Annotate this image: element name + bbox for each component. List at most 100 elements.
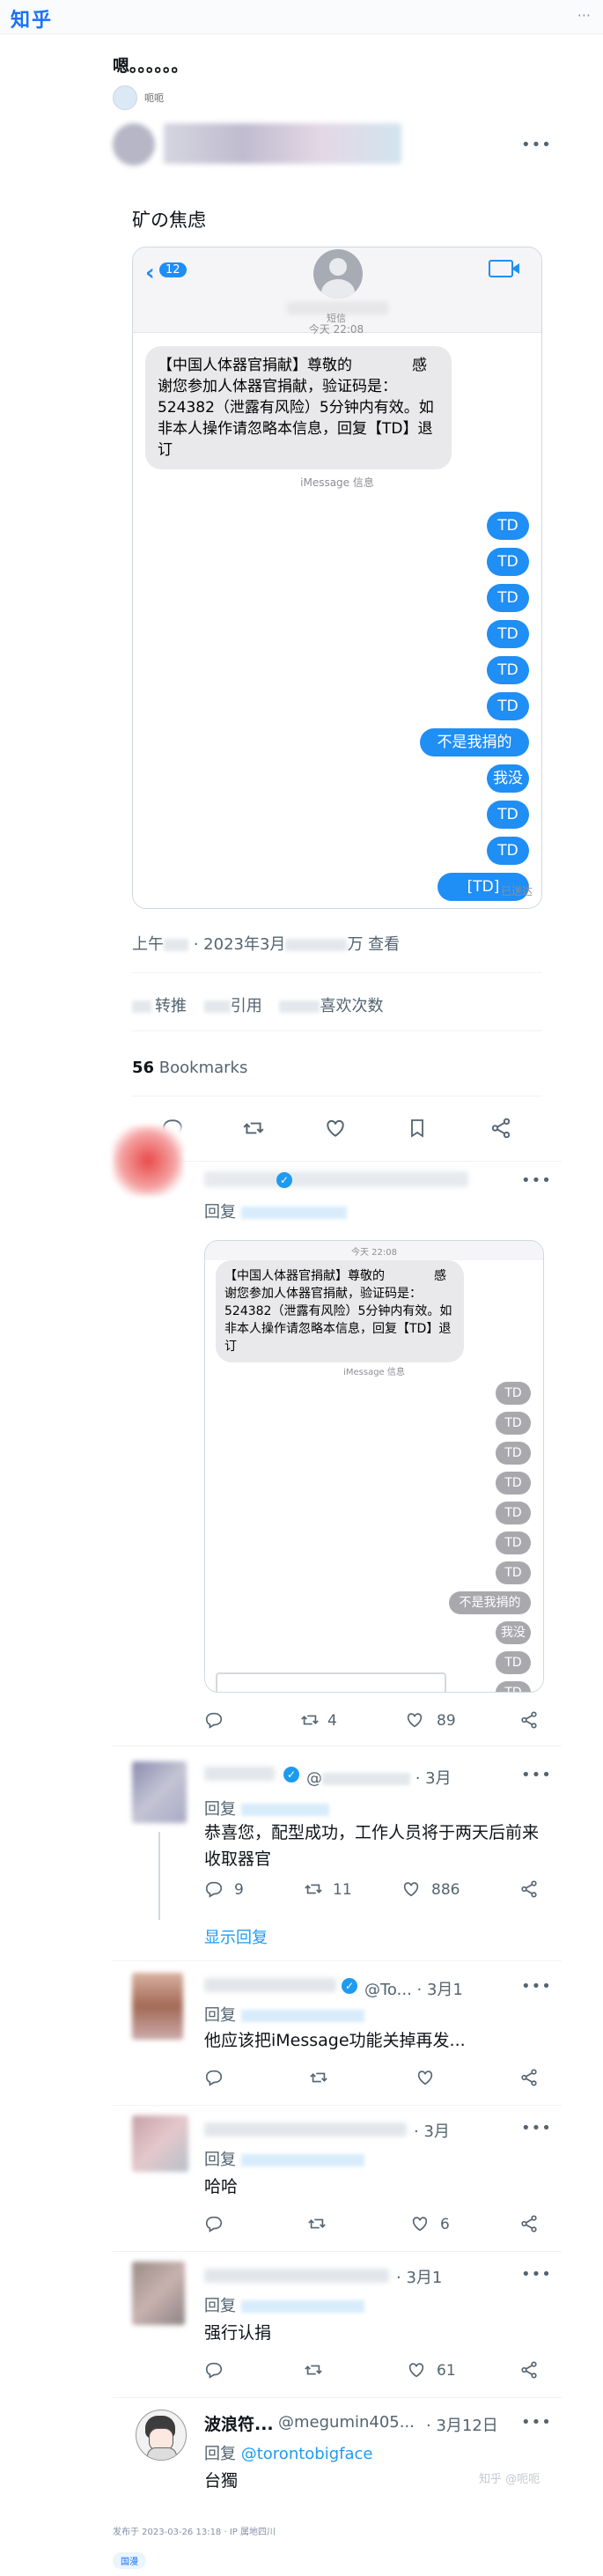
- reply1-like-icon[interactable]: [405, 1710, 424, 1730]
- reply2-like-count: 886: [431, 1881, 460, 1899]
- incoming-sms-bubble: 【中国人体器官捐献】尊敬的 感谢您参加人体器官捐献，验证码是：524382（泄露…: [145, 346, 452, 469]
- reply6-text: 台獨: [204, 2471, 239, 2491]
- show-replies-link[interactable]: 显示回复: [204, 1925, 268, 1948]
- outgoing-reply-bubble: 我没捐: [487, 764, 529, 816]
- reply2-more-icon[interactable]: •••: [521, 1766, 552, 1784]
- author-avatar[interactable]: [113, 85, 137, 110]
- reply5-like-count: 61: [437, 2362, 456, 2380]
- reply5-avatar-blurred: [132, 2262, 185, 2325]
- bookmark-icon[interactable]: [407, 1117, 428, 1140]
- reply5-reply-icon[interactable]: [204, 2360, 224, 2380]
- reply6-name[interactable]: 波浪符...: [204, 2411, 274, 2435]
- reply1-avatar-blurred: [113, 1126, 183, 1196]
- like-icon[interactable]: [324, 1117, 347, 1140]
- outgoing-reply-bubble: TD: [487, 512, 529, 540]
- reply4-reply-to: 回复: [204, 2147, 364, 2170]
- post-title: 嗯。。。。。。: [113, 56, 188, 76]
- reply6-handle[interactable]: @megumin405...: [278, 2413, 415, 2432]
- zhihu-logo[interactable]: 知乎: [11, 4, 53, 33]
- back-chevron-icon[interactable]: ‹: [145, 260, 155, 286]
- reply6-date: · 3月12日: [426, 2417, 498, 2435]
- reply3-like-icon[interactable]: [415, 2068, 435, 2087]
- reply1-gray-reply-bubble: TD: [496, 1681, 531, 1692]
- delivered-label: 已送达: [500, 885, 533, 897]
- reply5-more-icon[interactable]: •••: [521, 2265, 552, 2284]
- reply6-more-icon[interactable]: •••: [521, 2413, 552, 2432]
- top-bar: 知乎 ···: [0, 0, 603, 34]
- reply4-share-icon[interactable]: [519, 2214, 539, 2233]
- sms-date: 今天 22:08: [308, 323, 364, 336]
- reply1-gray-reply-bubble: TD: [496, 1472, 531, 1495]
- reply6-reply-to: 回复 @torontobigface: [204, 2445, 373, 2463]
- outgoing-reply-bubble: TD: [487, 837, 529, 865]
- reply1-image-imessage[interactable]: 今天 22:08 【中国人体器官捐献】尊敬的 感谢您参加人体器官捐献，验证码是：…: [204, 1240, 544, 1693]
- reply1-gray-reply-bubble: TD: [496, 1442, 531, 1465]
- reply2-avatar-blurred: [132, 1761, 187, 1823]
- outgoing-reply-bubble: TD: [487, 656, 529, 684]
- reply3-text: 他应该把iMessage功能关掉再发...: [204, 2031, 466, 2050]
- reply2-text: 恭喜您，配型成功，工作人员将于两天后前来收取器官: [204, 1823, 540, 1869]
- reply2-retweet-count: 11: [333, 1881, 352, 1899]
- reply4-retweet-icon[interactable]: [306, 2214, 327, 2233]
- bookmarks-stat[interactable]: 56 Bookmarks: [132, 1059, 247, 1077]
- quotes-label: 引用: [230, 997, 262, 1015]
- reply2-reply-icon[interactable]: [204, 1879, 224, 1899]
- reply3-share-icon[interactable]: [519, 2068, 539, 2087]
- outgoing-reply-bubble: TD: [487, 584, 529, 612]
- reply1-reply-icon[interactable]: [204, 1710, 224, 1730]
- reply1-more-icon[interactable]: •••: [521, 1171, 552, 1190]
- reply5-text: 强行认捐: [204, 2323, 272, 2343]
- reply1-retweet-count: 4: [327, 1712, 337, 1730]
- reply4-reply-icon[interactable]: [204, 2214, 224, 2233]
- reply3-reply-icon[interactable]: [204, 2068, 224, 2087]
- topic-tag[interactable]: 国漫: [113, 2552, 146, 2569]
- reply4-like-icon[interactable]: [410, 2214, 430, 2233]
- reply5-reply-to: 回复: [204, 2293, 364, 2316]
- reply3-verified-icon: ✓: [342, 1978, 357, 1994]
- more-options-icon[interactable]: ···: [577, 7, 591, 24]
- outgoing-reply-bubble: 不是我捐的: [420, 728, 529, 757]
- outgoing-reply-bubble: TD: [487, 692, 529, 720]
- author-name[interactable]: 呃呃: [144, 91, 164, 105]
- reply1-retweet-icon[interactable]: [299, 1710, 320, 1730]
- reply2-retweet-icon[interactable]: [303, 1879, 324, 1899]
- reply1-gray-reply-bubble: TD: [496, 1561, 531, 1584]
- reply5-like-icon[interactable]: [407, 2360, 426, 2380]
- tweet-more-icon[interactable]: •••: [521, 136, 552, 154]
- reply5-retweet-icon[interactable]: [303, 2360, 324, 2380]
- reply1-gray-reply-bubble: TD: [496, 1651, 531, 1674]
- reply1-gray-reply-bubble: TD: [496, 1382, 531, 1405]
- reply1-gray-reply-bubble: TD: [496, 1502, 531, 1524]
- post-footer-meta: 发布于 2023-03-26 13:18 · IP 属地四川: [113, 2528, 276, 2537]
- reply4-like-count: 6: [440, 2216, 450, 2233]
- reply3-reply-to: 回复: [204, 2003, 364, 2026]
- imessage-label: iMessage 信息: [300, 476, 374, 489]
- reply3-more-icon[interactable]: •••: [521, 1977, 552, 1996]
- reply6-avatar[interactable]: [136, 2410, 187, 2461]
- contact-avatar: [313, 249, 363, 299]
- reply4-more-icon[interactable]: •••: [521, 2119, 552, 2137]
- reply2-like-icon[interactable]: [401, 1879, 421, 1899]
- reply1-like-count: 89: [437, 1712, 456, 1730]
- reply1-gray-reply-bubble: 不是我捐的: [449, 1591, 531, 1614]
- likes-label: 喜欢次数: [320, 997, 384, 1015]
- tweet-time: 上午 · 2023年3月万 查看: [132, 935, 401, 954]
- reply4-avatar-blurred: [132, 2115, 188, 2172]
- reply1-gray-reply-bubble: 我没捐: [496, 1621, 531, 1663]
- reply4-text: 哈哈: [204, 2177, 239, 2196]
- reply6-reply-handle[interactable]: @torontobigface: [241, 2445, 373, 2463]
- outgoing-reply-bubble: TD: [487, 801, 529, 829]
- reply1-gray-reply-bubble: TD: [496, 1412, 531, 1435]
- retweet-icon[interactable]: [241, 1117, 266, 1140]
- tweet-avatar-blurred: [113, 123, 155, 166]
- reply2-share-icon[interactable]: [519, 1879, 539, 1899]
- reply3-retweet-icon[interactable]: [308, 2068, 329, 2087]
- outgoing-reply-bubble: TD: [487, 620, 529, 648]
- reply1-share-icon[interactable]: [519, 1710, 539, 1730]
- share-icon[interactable]: [489, 1117, 512, 1140]
- tweet-text: 矿の焦虑: [132, 210, 206, 231]
- tweet-image-imessage[interactable]: ‹ 12 短信 今天 22:08 【中国人体器官捐献】尊敬的 感谢您参加人体器官…: [132, 247, 542, 909]
- reply3-avatar-blurred: [132, 1973, 183, 2040]
- reply5-share-icon[interactable]: [519, 2360, 539, 2380]
- facetime-icon[interactable]: [489, 260, 513, 277]
